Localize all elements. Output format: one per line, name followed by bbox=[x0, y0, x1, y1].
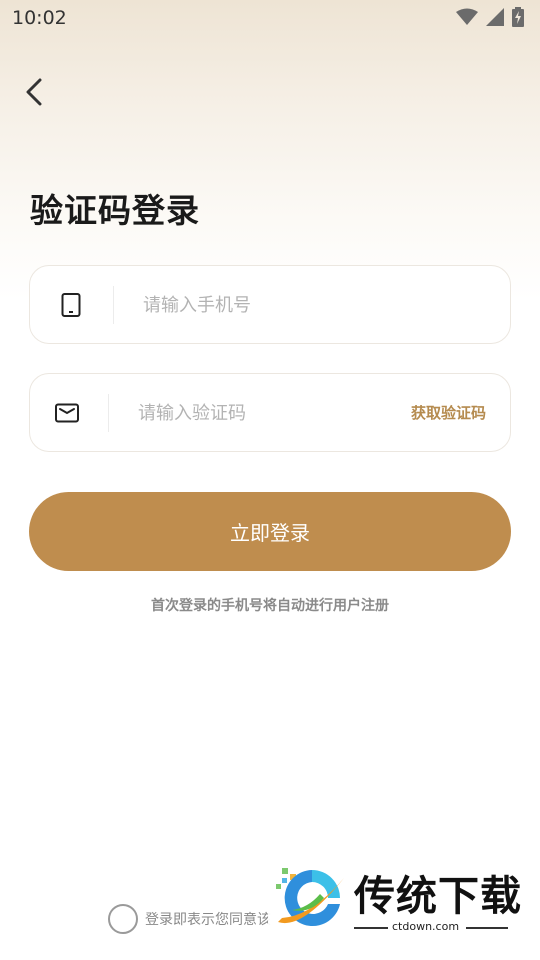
wifi-icon bbox=[456, 8, 478, 30]
login-button[interactable]: 立即登录 bbox=[29, 492, 511, 571]
chevron-left-icon bbox=[24, 78, 44, 110]
agreement-text: 登录即表示您同意该 bbox=[145, 912, 271, 928]
page-title: 验证码登录 bbox=[30, 191, 200, 230]
get-code-button[interactable]: 获取验证码 bbox=[411, 402, 486, 423]
agreement-row: 登录即表示您同意该 bbox=[108, 904, 271, 934]
watermark: 传统下载 ctdown.com bbox=[268, 862, 526, 938]
watermark-url: ctdown.com bbox=[392, 920, 460, 933]
signal-icon bbox=[486, 8, 504, 30]
field-divider bbox=[113, 286, 114, 324]
agreement-checkbox[interactable] bbox=[108, 904, 138, 934]
battery-charging-icon bbox=[512, 7, 524, 31]
phone-icon bbox=[58, 292, 84, 318]
message-icon bbox=[54, 400, 80, 426]
phone-input[interactable] bbox=[143, 288, 483, 322]
code-input[interactable] bbox=[138, 396, 388, 430]
watermark-rule bbox=[466, 927, 508, 929]
watermark-logo-icon bbox=[272, 864, 348, 936]
auto-register-hint: 首次登录的手机号将自动进行用户注册 bbox=[151, 598, 389, 614]
phone-field bbox=[29, 265, 511, 344]
back-button[interactable] bbox=[16, 76, 52, 112]
watermark-name: 传统下载 bbox=[354, 872, 522, 920]
field-divider bbox=[108, 394, 109, 432]
status-icons bbox=[456, 7, 524, 31]
status-time: 10:02 bbox=[12, 7, 67, 29]
code-field: 获取验证码 bbox=[29, 373, 511, 452]
status-bar: 10:02 bbox=[0, 0, 540, 36]
watermark-rule bbox=[354, 927, 388, 929]
